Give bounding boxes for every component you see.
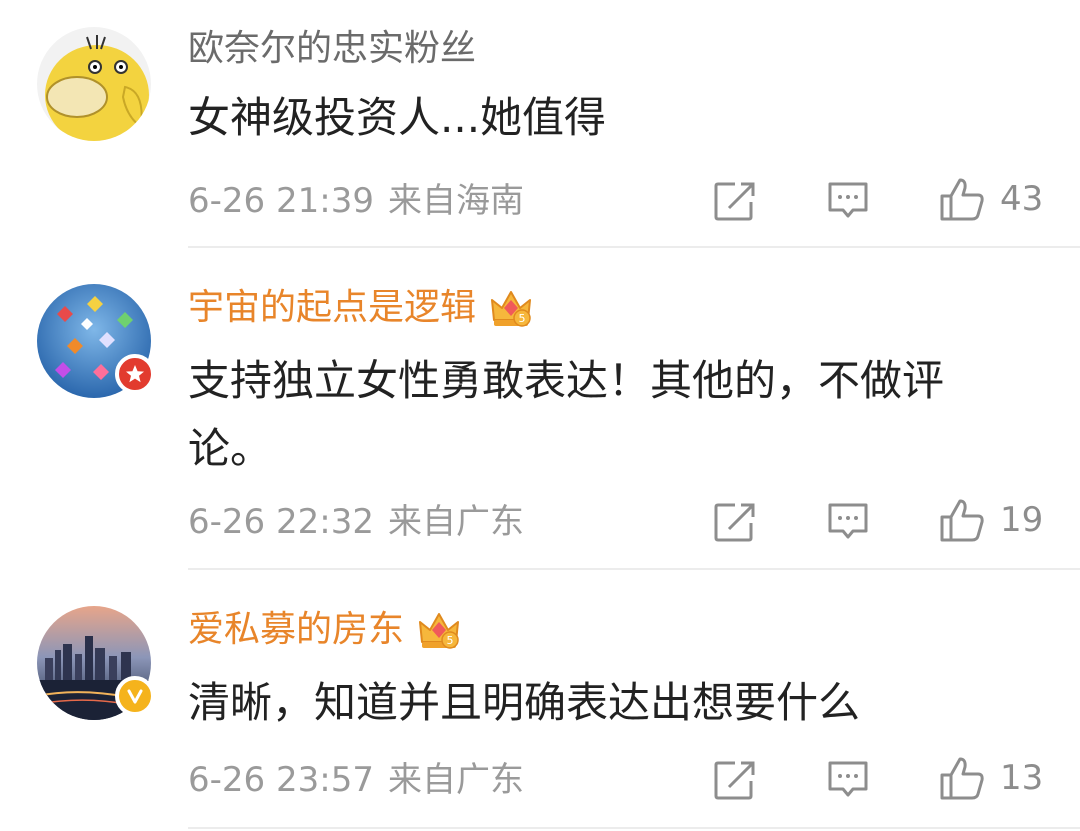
comment-icon [828,182,868,218]
like-button[interactable]: 13 [938,755,1043,801]
verified-v-icon [127,689,143,704]
divider [188,827,1080,829]
like-count: 43 [1000,179,1044,219]
comment-meta: 6-26 23:57 来自广东 [188,760,524,800]
comment-text: 女神级投资人...她值得 [188,93,607,142]
thumbs-up-icon [940,757,984,800]
username[interactable]: 爱私募的房东 5 [188,608,462,652]
svg-text:5: 5 [447,634,454,647]
timestamp: 6-26 22:32 [188,502,374,542]
share-icon [714,182,755,221]
thumbs-up-icon [940,499,984,542]
share-button[interactable] [713,759,757,801]
divider [188,246,1080,248]
psyduck-avatar-icon [37,27,151,141]
username[interactable]: 欧奈尔的忠实粉丝 [188,27,476,71]
like-button[interactable]: 19 [938,497,1043,543]
comment-meta: 6-26 21:39 来自海南 [188,181,524,221]
username[interactable]: 宇宙的起点是逻辑 5 [188,286,534,330]
share-icon [714,503,755,542]
timestamp: 6-26 23:57 [188,760,374,800]
comment-icon [828,761,868,797]
reply-button[interactable] [826,759,870,801]
share-icon [714,761,755,800]
avatar[interactable] [37,284,155,398]
like-count: 13 [1000,758,1044,798]
vip-crown-icon: 5 [419,613,460,649]
like-count: 19 [1000,500,1044,540]
avatar[interactable] [37,27,151,141]
comment-text: 支持独立女性勇敢表达！其他的，不做评论。 [188,356,945,473]
share-button[interactable] [713,501,757,543]
location: 来自广东 [387,502,524,542]
timestamp: 6-26 21:39 [188,181,374,221]
red-star-badge [115,354,155,394]
like-button[interactable]: 43 [938,176,1043,222]
reply-button[interactable] [826,501,870,543]
comment-item: 宇宙的起点是逻辑 5 支持独立女性勇敢表达！其他的，不做评论。 6-26 22:… [0,250,1080,572]
comment-text: 清晰，知道并且明确表达出想要什么 [188,678,861,727]
divider [188,568,1080,570]
star-icon [126,365,144,383]
comment-meta: 6-26 22:32 来自广东 [188,502,524,542]
gold-v-badge [115,676,155,716]
comment-item: 欧奈尔的忠实粉丝 女神级投资人...她值得 6-26 21:39 来自海南 43 [0,0,1080,250]
share-button[interactable] [713,180,757,222]
location: 来自广东 [387,760,524,800]
comment-item: 爱私募的房东 5 清晰，知道并且明确表达出想要什么 6-26 23:57 来自广东… [0,572,1080,831]
location: 来自海南 [387,181,524,221]
avatar[interactable] [37,606,155,720]
thumbs-up-icon [940,178,984,221]
vip-crown-icon: 5 [491,291,532,327]
reply-button[interactable] [826,180,870,222]
comment-icon [828,503,868,539]
svg-text:5: 5 [519,312,526,325]
